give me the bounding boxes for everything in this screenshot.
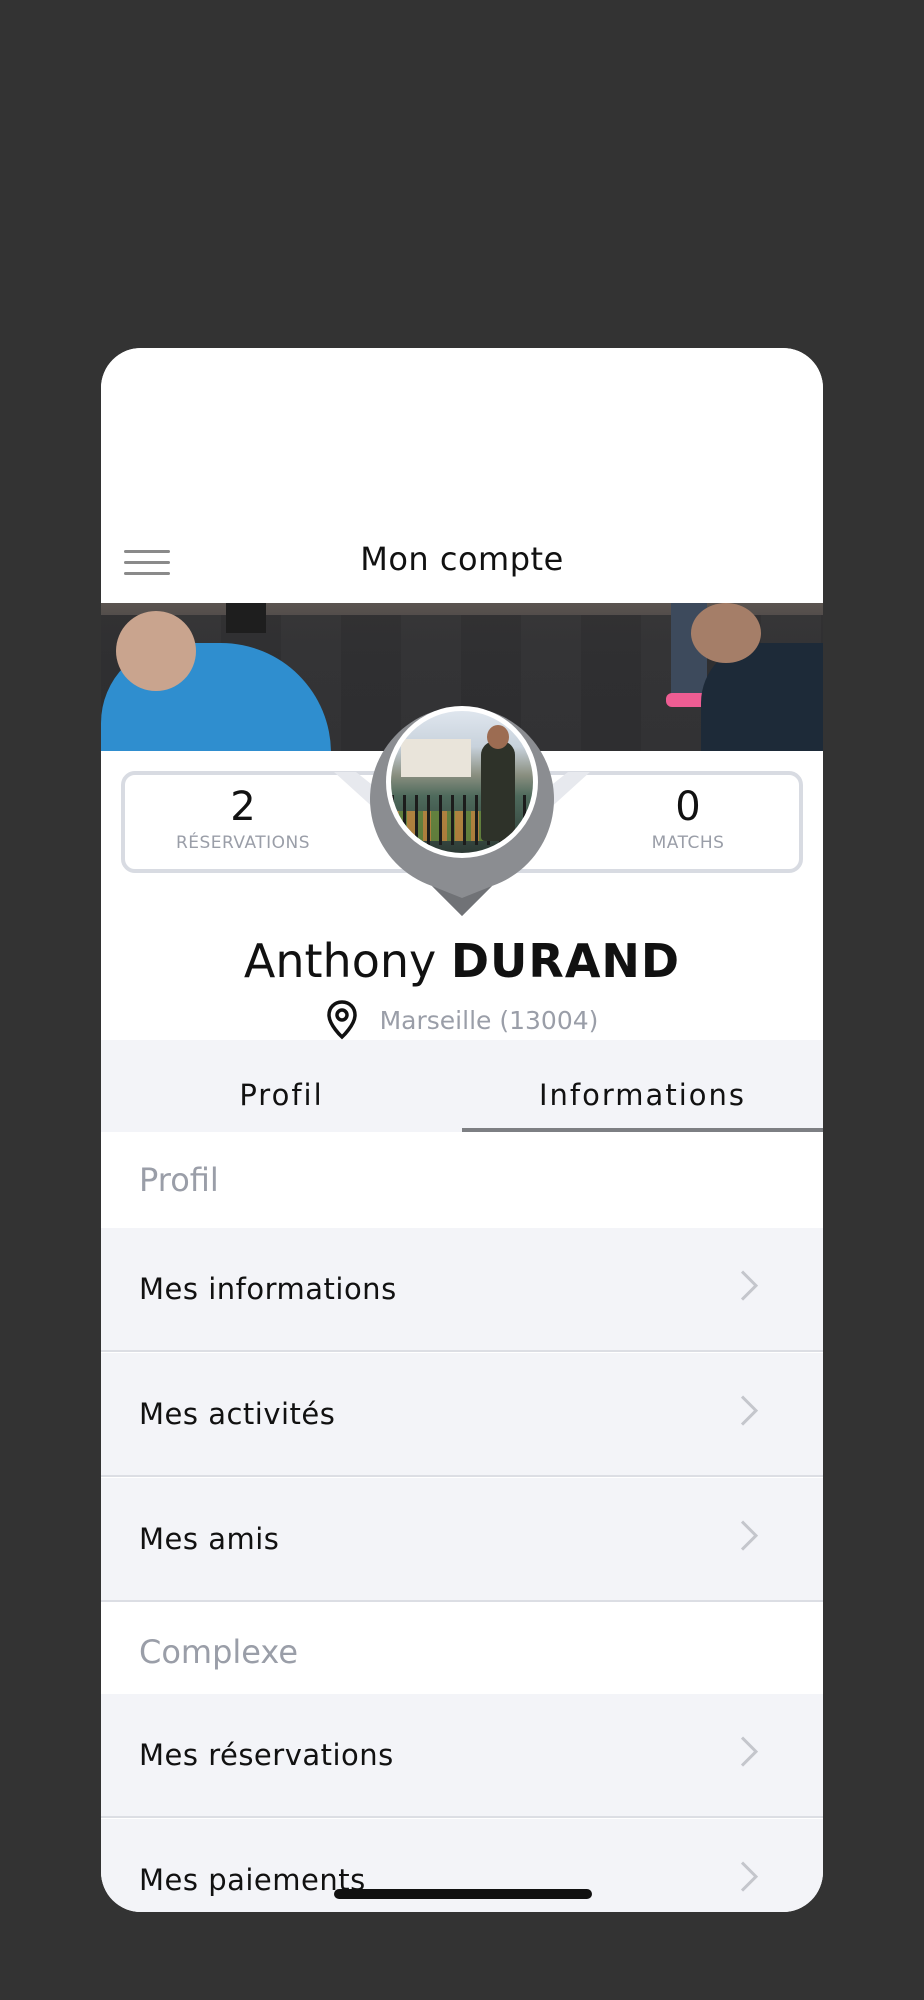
list-item-mes-amis[interactable]: Mes amis bbox=[101, 1478, 823, 1602]
matchs-label: MATCHS bbox=[651, 833, 725, 853]
chevron-right-icon bbox=[740, 1520, 759, 1551]
page-title: Mon compte bbox=[360, 540, 564, 578]
matchs-count: 0 bbox=[675, 784, 701, 830]
list-item-mes-reservations[interactable]: Mes réservations bbox=[101, 1694, 823, 1818]
stat-matchs[interactable]: 0 MATCHS bbox=[588, 775, 788, 853]
reservations-count: 2 bbox=[230, 784, 256, 830]
list-item-label: Mes réservations bbox=[139, 1738, 394, 1772]
user-name: Anthony DURAND bbox=[101, 934, 823, 988]
chevron-right-icon bbox=[740, 1270, 759, 1301]
chevron-right-icon bbox=[740, 1395, 759, 1426]
list-item-label: Mes informations bbox=[139, 1272, 397, 1306]
user-last-name: DURAND bbox=[450, 934, 681, 988]
tab-bar: Profil Informations bbox=[101, 1040, 823, 1132]
user-location: Marseille (13004) bbox=[101, 1000, 823, 1040]
list-item-label: Mes paiements bbox=[139, 1863, 366, 1897]
section-header-complexe: Complexe bbox=[101, 1604, 823, 1700]
reservations-label: RÉSERVATIONS bbox=[175, 833, 311, 853]
list-item-label: Mes activités bbox=[139, 1397, 336, 1431]
location-text: Marseille (13004) bbox=[379, 1005, 599, 1035]
user-first-name: Anthony bbox=[243, 934, 437, 988]
list-item-mes-informations[interactable]: Mes informations bbox=[101, 1228, 823, 1352]
avatar[interactable] bbox=[386, 706, 538, 858]
tab-informations[interactable]: Informations bbox=[462, 1040, 823, 1132]
list-item-label: Mes amis bbox=[139, 1522, 280, 1556]
section-header-profil: Profil bbox=[101, 1132, 823, 1228]
app-header: Mon compte bbox=[101, 348, 823, 603]
stat-reservations[interactable]: 2 RÉSERVATIONS bbox=[143, 775, 343, 853]
chevron-right-icon bbox=[740, 1861, 759, 1892]
list-item-mes-activites[interactable]: Mes activités bbox=[101, 1353, 823, 1477]
location-pin-icon bbox=[326, 1000, 357, 1040]
tab-profil[interactable]: Profil bbox=[101, 1040, 462, 1132]
home-indicator[interactable] bbox=[334, 1889, 592, 1899]
phone-screen: Mon compte 2 RÉSERVATIONS 0 MATCHS Antho… bbox=[101, 348, 823, 1912]
chevron-right-icon bbox=[740, 1736, 759, 1767]
